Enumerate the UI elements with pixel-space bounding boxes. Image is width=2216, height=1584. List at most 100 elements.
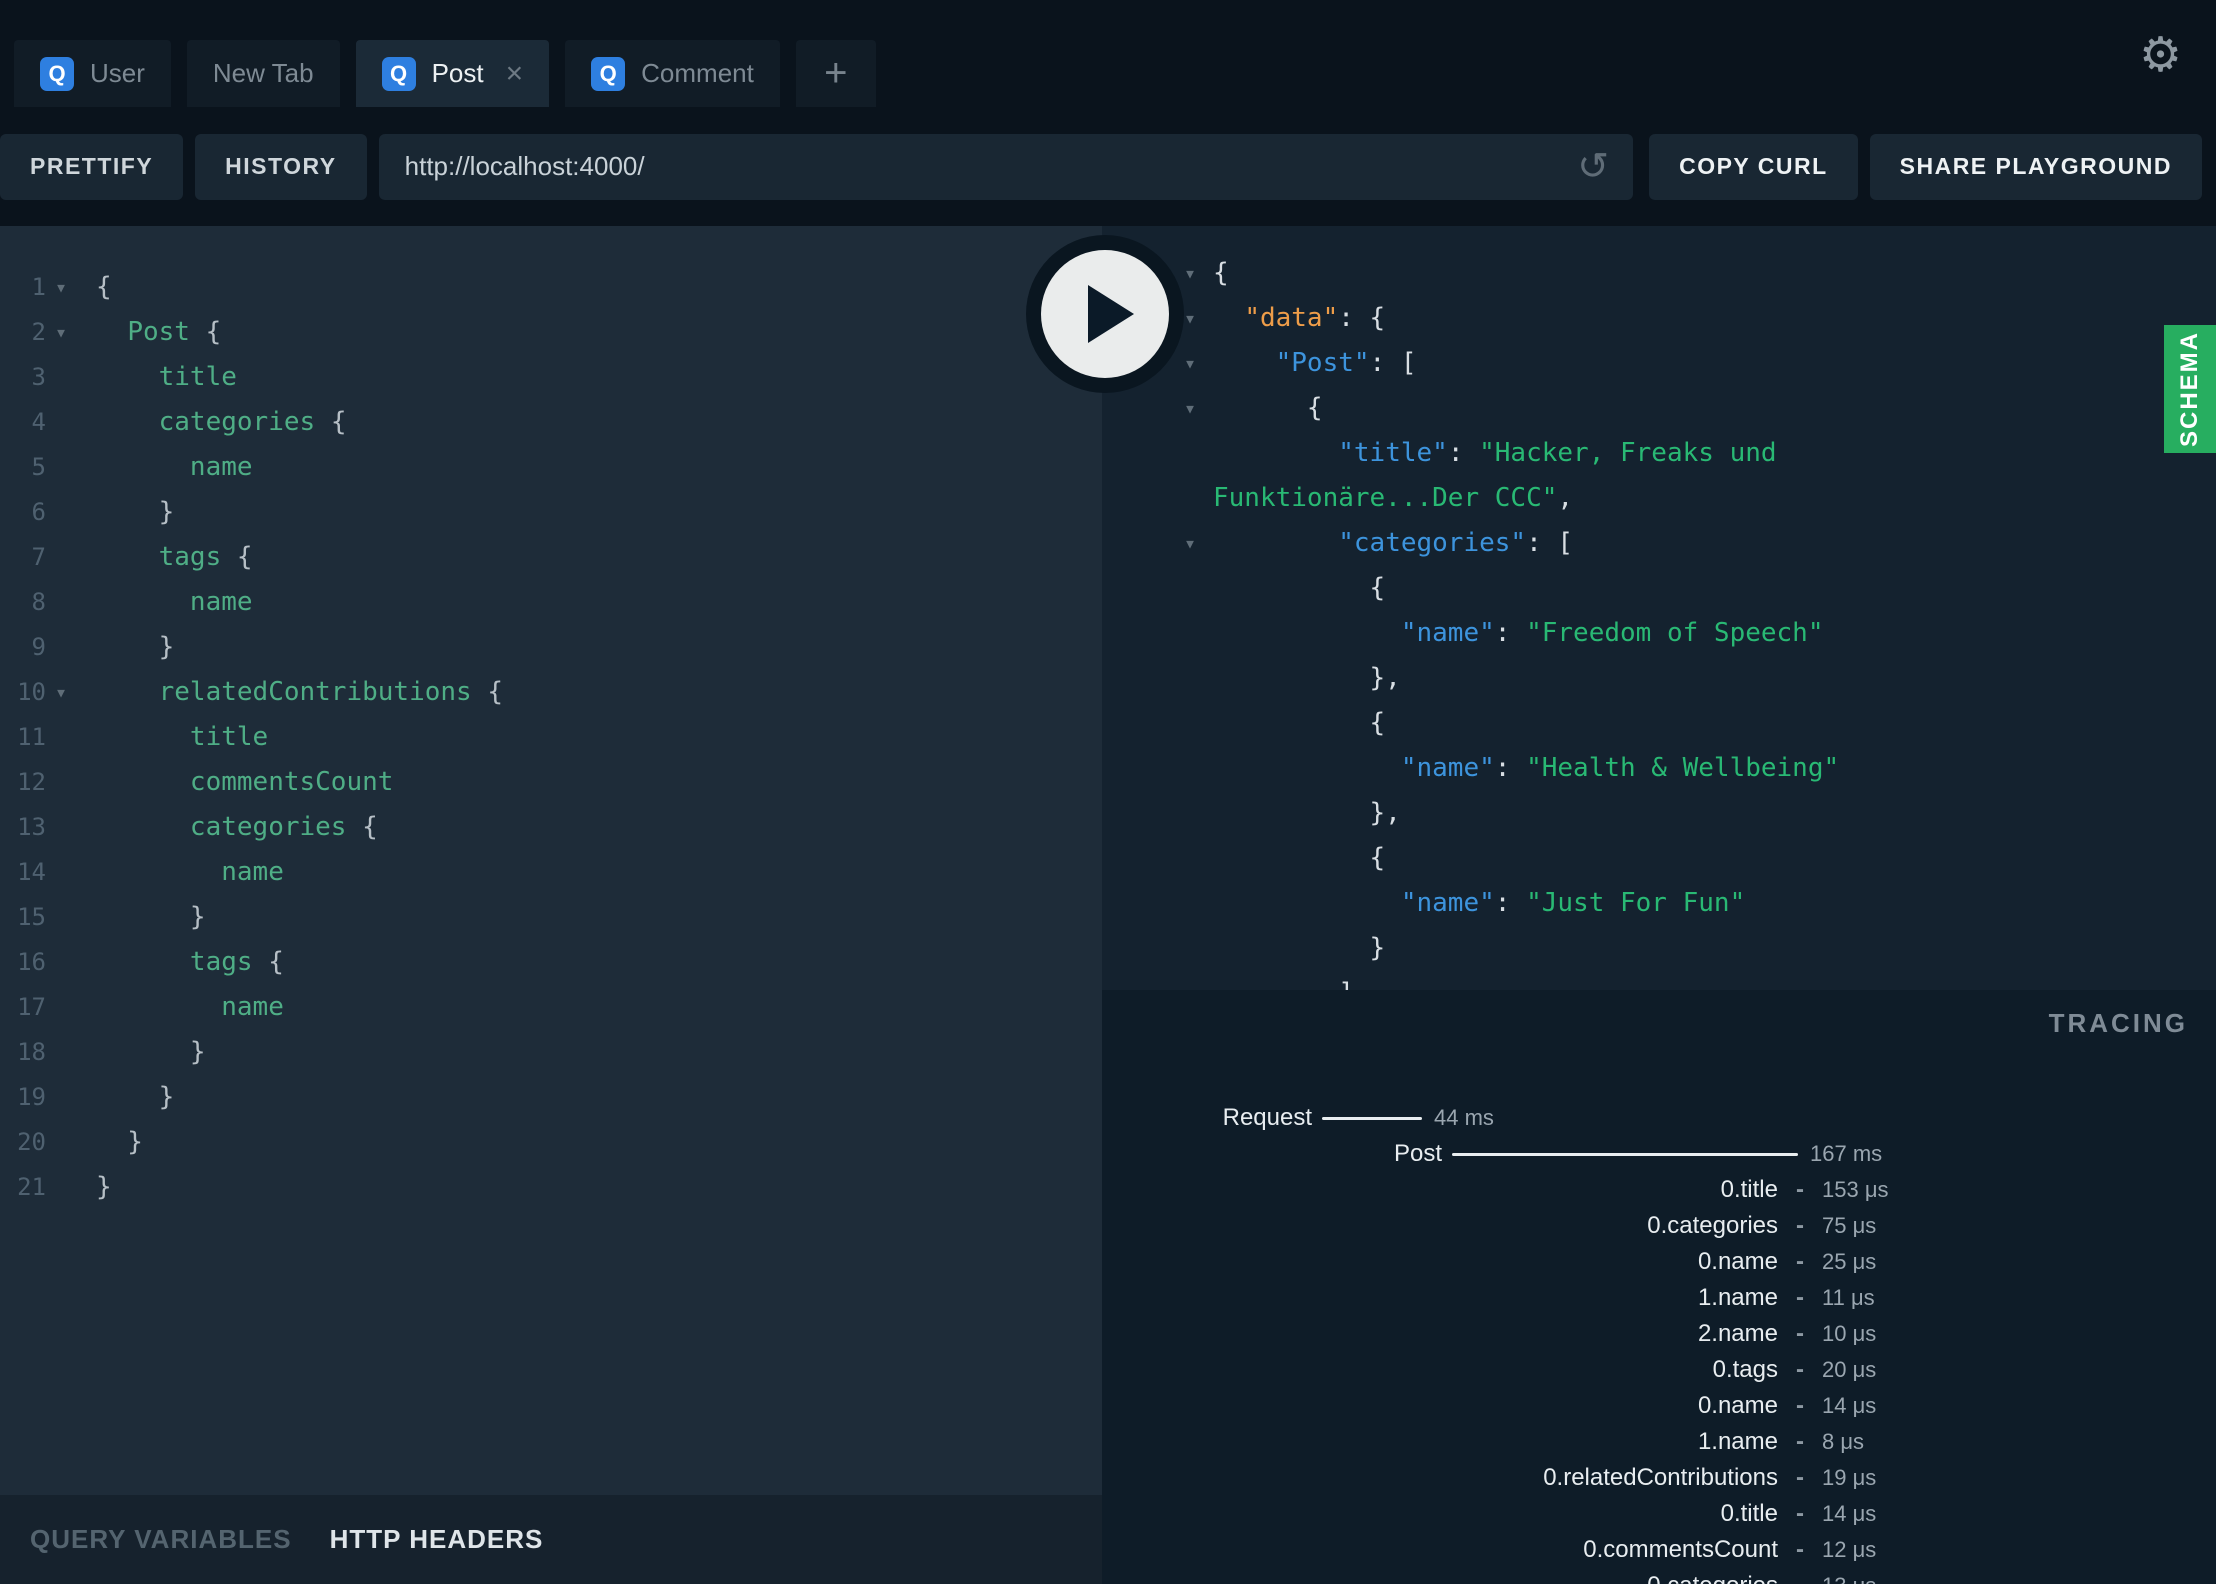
endpoint-url-bar: ↺ [378,133,1634,200]
line-number: 1 [31,272,46,301]
response-line-text: { [1213,573,1386,603]
tab-label: New Tab [212,58,314,88]
response-line: ▾ "Post": [ [1102,340,2216,385]
trace-resolver-row: 0.relatedContributions -19 μs [1102,1460,2216,1496]
trace-bar [1452,1152,1798,1156]
line-number: 8 [31,587,46,616]
new-tab-button[interactable]: + [795,40,876,107]
code-token: : [ [1526,527,1574,558]
share-playground-button[interactable]: SHARE PLAYGROUND [1869,133,2202,200]
code-token: name [221,856,284,887]
trace-label: 0.relatedContributions [1543,1464,1778,1491]
fold-arrow-icon[interactable]: ▾ [46,680,76,704]
tab-comment[interactable]: Q Comment [565,40,780,107]
tracing-title[interactable]: TRACING [2049,1008,2188,1039]
tab-new-tab[interactable]: New Tab [186,40,340,107]
line-number: 2 [31,317,46,346]
query-line-text: } [76,902,206,932]
main-area: 1 ▾{2 ▾ Post {3 title 4 categories {5 name 6… [0,226,2216,1584]
code-token: : [1494,887,1527,918]
response-line: "name": "Freedom of Speech" [1102,610,2216,655]
trace-label: 2.name [1697,1320,1778,1347]
endpoint-url-input[interactable] [378,151,1634,182]
fold-arrow-icon[interactable]: ▾ [46,275,76,299]
execute-button[interactable] [1041,250,1169,378]
tab-user[interactable]: Q User [14,40,171,107]
response-line-text: ] [1213,978,1354,991]
tracing-panel: TRACING Request 44 ms Post 167 ms 0.title -15… [1102,990,2216,1584]
trace-label: Request [1222,1104,1312,1131]
query-line: 17 name [0,984,1102,1029]
fold-arrow-icon[interactable]: ▾ [1178,351,1202,375]
close-tab-icon[interactable]: × [506,58,524,89]
prettify-button[interactable]: PRETTIFY [0,133,184,200]
query-line-text: title [76,362,237,392]
query-line-text: title [76,722,268,752]
line-number: 18 [17,1037,46,1066]
query-line: 1 ▾ { [0,264,1102,309]
trace-duration: 19 μs [1822,1465,1877,1490]
trace-label: 0.tags [1712,1356,1778,1383]
settings-gear-icon[interactable]: ⚙ [2139,32,2182,80]
schema-tab[interactable]: SCHEMA [2164,325,2216,453]
fold-arrow-icon[interactable]: ▾ [1178,261,1202,285]
response-line-text: { [1213,843,1386,873]
response-line-text: { [1213,258,1229,288]
response-line-text: Funktionäre...Der CCC", [1213,483,1573,513]
response-line-text: "name": "Just For Fun" [1213,888,1745,918]
query-line: 20 } [0,1119,1102,1164]
code-token: } [96,1036,206,1067]
copy-curl-button[interactable]: COPY CURL [1649,133,1858,200]
tab-label: User [90,58,145,88]
query-line: 7 tags { [0,534,1102,579]
trace-dash: - [1796,1284,1804,1311]
trace-label: 0.categories [1102,1572,1778,1584]
execute-button-ring [1026,235,1184,393]
reload-icon[interactable]: ↺ [1577,148,1609,186]
trace-dash: - [1796,1500,1804,1527]
line-number: 13 [17,812,46,841]
fold-arrow-icon[interactable]: ▾ [1178,531,1202,555]
history-button[interactable]: HISTORY [195,133,367,200]
http-headers-tab[interactable]: HTTP HEADERS [330,1524,544,1555]
trace-dash: - [1796,1320,1804,1347]
query-badge-icon: Q [40,56,74,91]
trace-label: 0.categories [1647,1212,1778,1239]
line-number: 6 [31,497,46,526]
fold-arrow-icon[interactable]: ▾ [46,320,76,344]
query-line: 9 } [0,624,1102,669]
response-line: }, [1102,655,2216,700]
line-number: 16 [17,947,46,976]
response-line-text: { [1213,708,1386,738]
trace-duration: 14 μs [1822,1393,1877,1418]
trace-dash: - [1778,1572,1822,1584]
tab-label: Post [431,58,484,88]
query-badge-icon: Q [591,56,626,91]
line-number: 9 [31,632,46,661]
trace-duration: 11 μs [1822,1285,1875,1310]
response-line: Funktionäre...Der CCC", [1102,475,2216,520]
code-token: }, [1213,797,1401,828]
trace-label: 0.title [1720,1500,1778,1527]
fold-arrow-icon[interactable]: ▾ [1178,396,1202,420]
trace-label: 0.name [1697,1392,1778,1419]
query-line: 6 } [0,489,1102,534]
trace-duration: 44 ms [1434,1105,1494,1130]
response-line: ▾ { [1102,385,2216,430]
query-line: 3 title [0,354,1102,399]
query-variables-tab[interactable]: QUERY VARIABLES [30,1524,292,1555]
query-editor[interactable]: 1 ▾{2 ▾ Post {3 title 4 categories {5 name 6… [0,226,1102,1495]
code-token: { [471,676,504,707]
tab-post[interactable]: Q Post × [355,40,550,107]
query-line: 2 ▾ Post { [0,309,1102,354]
code-token: "Just For Fun" [1526,887,1746,918]
code-token: } [96,1126,143,1157]
